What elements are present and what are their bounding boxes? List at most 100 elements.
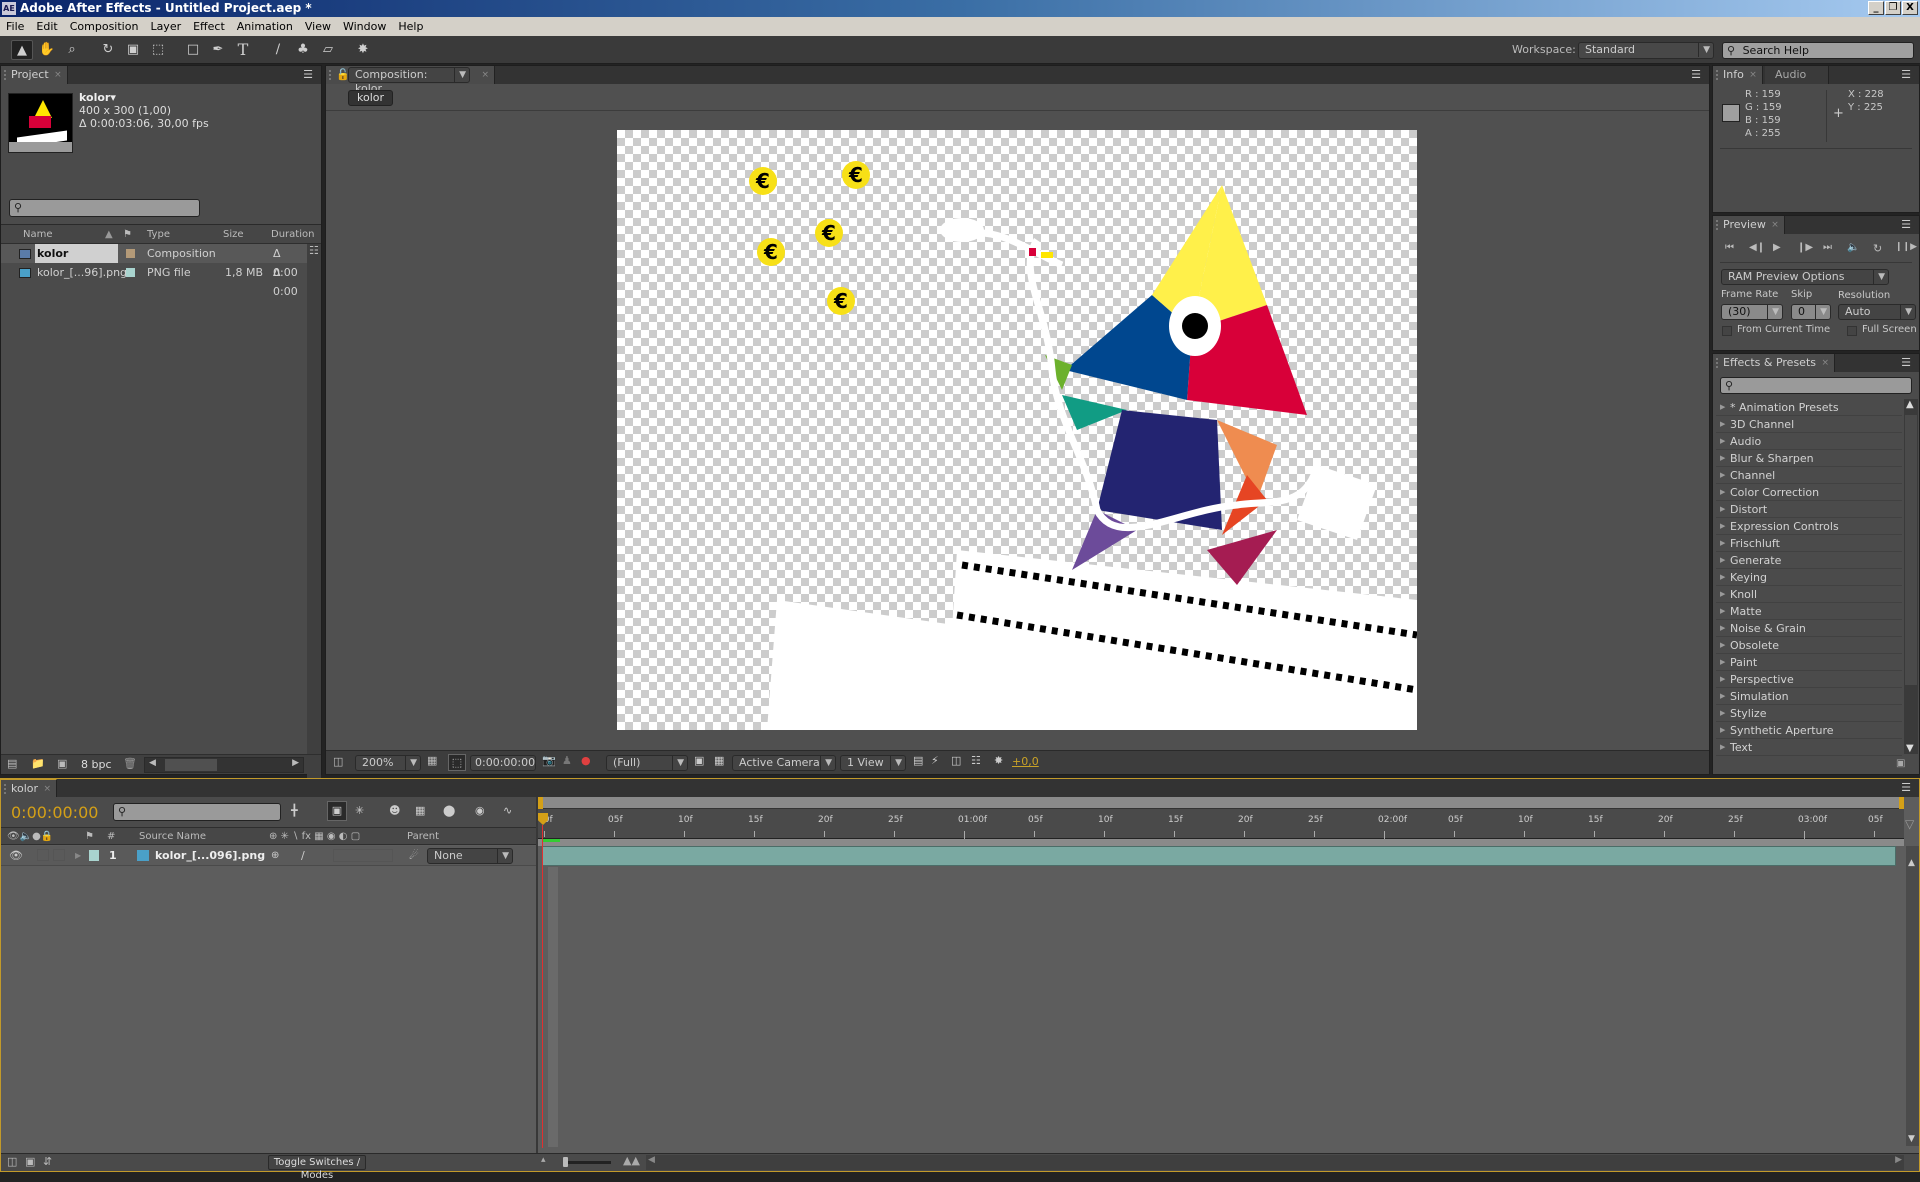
effect-category[interactable]: Paint	[1716, 654, 1902, 671]
menu-window[interactable]: Window	[337, 17, 392, 36]
composition-canvas[interactable]: € € € € €	[617, 130, 1417, 730]
panel-menu-icon[interactable]: ☰	[1691, 68, 1701, 81]
menu-composition[interactable]: Composition	[64, 17, 145, 36]
snapshot-icon[interactable]: 📷	[542, 754, 556, 767]
motion-blur-icon[interactable]: ⬤	[443, 804, 455, 817]
full-screen-checkbox[interactable]	[1847, 326, 1857, 336]
current-time-display[interactable]: 0:00:00:00	[470, 755, 536, 771]
live-update-icon[interactable]: ▣	[327, 801, 347, 821]
menu-effect[interactable]: Effect	[187, 17, 231, 36]
effect-category[interactable]: Simulation	[1716, 688, 1902, 705]
video-visibility-icon[interactable]: 👁	[9, 846, 23, 865]
skip-dropdown[interactable]: 0 ▼	[1791, 304, 1831, 320]
scroll-up-icon[interactable]: ▲	[1906, 399, 1914, 410]
tab-composition[interactable]: 🔓 Composition: kolor ▼ ×	[326, 66, 495, 95]
flowchart-icon[interactable]: ☷	[971, 754, 981, 767]
effect-category[interactable]: Distort	[1716, 501, 1902, 518]
tab-info[interactable]: Info ×	[1713, 66, 1763, 84]
new-preset-icon[interactable]: ▣	[1896, 758, 1905, 769]
col-duration[interactable]: Duration	[271, 225, 314, 244]
graph-editor-icon[interactable]: ∿	[503, 804, 512, 817]
effect-category[interactable]: Knoll	[1716, 586, 1902, 603]
rotation-tool-icon[interactable]: ↻	[97, 40, 119, 60]
effects-scrollbar[interactable]: ▲ ▼	[1904, 399, 1918, 754]
panel-menu-icon[interactable]: ☰	[1901, 68, 1911, 81]
effect-category[interactable]: Generate	[1716, 552, 1902, 569]
menu-animation[interactable]: Animation	[231, 17, 299, 36]
bit-depth-button[interactable]: 8 bpc	[81, 758, 112, 771]
layer-switches[interactable]	[333, 849, 393, 862]
label-swatch[interactable]	[126, 268, 135, 277]
close-button[interactable]: X	[1902, 1, 1918, 15]
expand-arrow-icon[interactable]: ▶	[75, 846, 81, 865]
safe-zones-icon[interactable]: ▦	[427, 754, 437, 767]
close-tab-icon[interactable]: ×	[481, 66, 489, 84]
restore-button[interactable]: ❐	[1885, 1, 1901, 15]
camera-tool-icon[interactable]: ▣	[122, 40, 144, 60]
shy-switch-icon[interactable]: ⊕	[271, 846, 279, 865]
hide-shy-layers-icon[interactable]: ☻	[389, 804, 400, 817]
close-tab-icon[interactable]: ×	[1749, 66, 1757, 84]
pick-whip-icon[interactable]: ☄	[409, 846, 419, 865]
close-tab-icon[interactable]: ×	[43, 780, 51, 798]
time-ruler[interactable]: 00f05f10f15f20f25f01:00f05f10f15f20f25f0…	[538, 809, 1904, 839]
toggle-switches-modes-button[interactable]: Toggle Switches / Modes	[268, 1155, 366, 1181]
pan-behind-tool-icon[interactable]: ⬚	[147, 40, 169, 60]
effect-category[interactable]: Stylize	[1716, 705, 1902, 722]
flowchart-icon[interactable]: ☷	[309, 244, 319, 257]
always-preview-icon[interactable]: ◫	[333, 755, 343, 768]
project-search-input[interactable]: ⚲	[9, 199, 200, 217]
menu-view[interactable]: View	[299, 17, 337, 36]
zoom-in-icon[interactable]: ▲▲	[623, 1154, 640, 1167]
brush-tool-icon[interactable]: ∕	[267, 40, 289, 60]
resolution-dropdown[interactable]: (Full) ▼	[606, 755, 688, 771]
clone-stamp-tool-icon[interactable]: ♣	[292, 40, 314, 60]
timeline-current-time[interactable]: 0:00:00:00	[11, 803, 98, 822]
last-frame-icon[interactable]: ⏭	[1823, 242, 1832, 253]
effect-category[interactable]: 3D Channel	[1716, 416, 1902, 433]
scroll-up-icon[interactable]: ▲	[1908, 858, 1915, 868]
next-frame-icon[interactable]: ❙▶	[1797, 242, 1813, 253]
comp-name[interactable]: kolor▾	[79, 91, 116, 104]
comp-breadcrumb[interactable]: kolor	[348, 90, 394, 106]
effect-category[interactable]: Audio	[1716, 433, 1902, 450]
time-navigator[interactable]	[538, 839, 1904, 846]
composition-dropdown[interactable]: Composition: kolor ▼	[348, 67, 470, 95]
reset-exposure-icon[interactable]: ✸	[994, 754, 1003, 767]
tab-timeline-kolor[interactable]: kolor ×	[1, 779, 58, 798]
effect-category[interactable]: Matte	[1716, 603, 1902, 620]
tab-preview[interactable]: Preview ×	[1713, 216, 1785, 234]
source-name-header[interactable]: Source Name	[139, 828, 206, 845]
comp-mini-flowchart-icon[interactable]: ╋	[291, 804, 298, 817]
effect-category[interactable]: Noise & Grain	[1716, 620, 1902, 637]
region-of-interest-icon[interactable]: ▣	[694, 754, 704, 767]
pixel-aspect-icon[interactable]: ▤	[913, 754, 923, 767]
loop-icon[interactable]: ↻	[1873, 242, 1882, 255]
zoom-tool-icon[interactable]: ⌕	[61, 40, 83, 60]
sort-ascending-icon[interactable]: ▲	[105, 225, 113, 244]
layer-number-header[interactable]: #	[107, 828, 115, 845]
modes-pane-icon[interactable]: ▣	[25, 1155, 35, 1168]
layer-switches-pane-icon[interactable]: ◫	[7, 1155, 17, 1168]
scroll-right-icon[interactable]: ▶	[1895, 1155, 1902, 1165]
type-tool-icon[interactable]: T	[232, 40, 254, 60]
ram-preview-icon[interactable]: ❙❙▶	[1895, 242, 1917, 252]
timeline-icon[interactable]: ◫	[951, 754, 961, 767]
menu-layer[interactable]: Layer	[144, 17, 187, 36]
layer-name[interactable]: kolor_[...096].png	[155, 846, 265, 865]
panel-menu-icon[interactable]: ☰	[1901, 218, 1911, 231]
solo-switch[interactable]	[37, 849, 49, 861]
panel-menu-icon[interactable]: ☰	[1901, 781, 1911, 794]
first-frame-icon[interactable]: ⏮	[1725, 242, 1734, 253]
view-layout-dropdown[interactable]: 1 View ▼	[840, 755, 906, 771]
tab-effects-presets[interactable]: Effects & Presets ×	[1713, 354, 1835, 372]
show-snapshot-icon[interactable]: ♟	[562, 754, 572, 767]
hand-tool-icon[interactable]: ✋	[36, 40, 58, 60]
effect-category[interactable]: * Animation Presets	[1716, 399, 1902, 416]
comp-marker-bin-icon[interactable]: ▽	[1905, 817, 1914, 831]
work-area-end-handle[interactable]	[1899, 797, 1904, 809]
minimize-button[interactable]: _	[1868, 1, 1884, 15]
previous-frame-icon[interactable]: ◀❙	[1749, 242, 1765, 253]
close-tab-icon[interactable]: ×	[1771, 216, 1779, 234]
close-tab-icon[interactable]: ×	[54, 66, 62, 84]
